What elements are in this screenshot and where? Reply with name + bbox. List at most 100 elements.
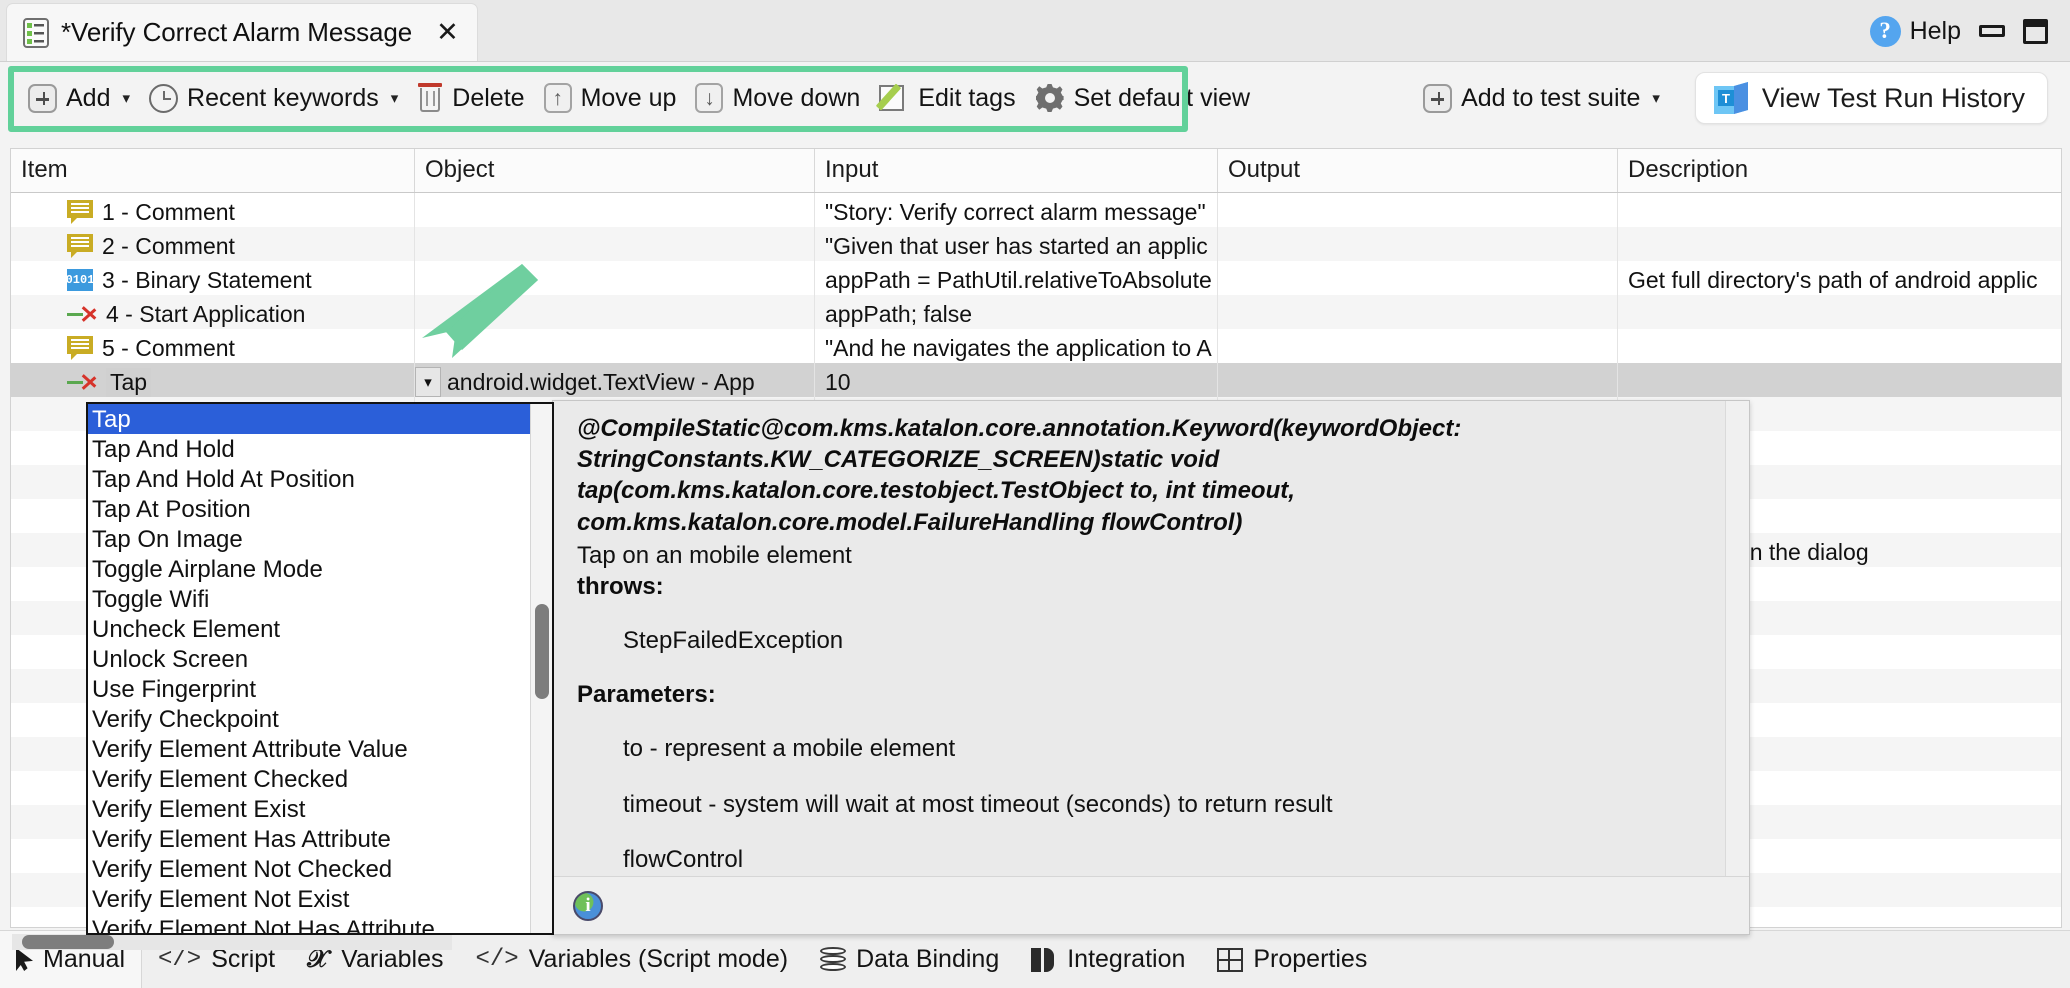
column-header-object[interactable]: Object <box>415 149 815 192</box>
keyword-dropdown-list[interactable]: Tap Tap And Hold Tap And Hold At Positio… <box>86 402 554 935</box>
move-up-button[interactable]: ↑ Move up <box>538 79 690 117</box>
row-output <box>1218 329 1618 363</box>
column-header-description[interactable]: Description <box>1618 149 2059 192</box>
keyword-option-tap-and-hold[interactable]: Tap And Hold <box>88 434 552 464</box>
tab-integration[interactable]: Integration <box>1015 931 1201 988</box>
table-row[interactable]: 1 - Comment "Story: Verify correct alarm… <box>11 193 2061 227</box>
tab-title: *Verify Correct Alarm Message <box>61 17 413 47</box>
delete-label: Delete <box>452 83 525 112</box>
row-output <box>1218 295 1618 329</box>
table-row-editing[interactable]: Tap ▾ android.widget.TextView - App 10 <box>11 363 2061 397</box>
keyword-option-use-fingerprint[interactable]: Use Fingerprint <box>88 674 552 704</box>
table-row[interactable]: 2 - Comment "Given that user has started… <box>11 227 2061 261</box>
horizontal-scrollbar[interactable] <box>12 934 452 950</box>
chevron-down-icon[interactable]: ▾ <box>391 89 399 107</box>
row-item-label: 4 - Start Application <box>106 300 306 327</box>
keyword-option-verify-checkpoint[interactable]: Verify Checkpoint <box>88 704 552 734</box>
keyword-option-toggle-airplane-mode[interactable]: Toggle Airplane Mode <box>88 554 552 584</box>
add-to-test-suite-button[interactable]: Add to test suite ▾ <box>1417 80 1673 117</box>
editing-input-value[interactable]: 10 <box>815 363 1218 397</box>
tooltip-parameter-to: to - represent a mobile element <box>623 735 956 763</box>
table-header-row: Item Object Input Output Description <box>11 149 2061 193</box>
plus-icon <box>28 83 57 113</box>
editing-output-value[interactable] <box>1218 363 1618 397</box>
row-description <box>1618 227 2059 261</box>
keyword-option-uncheck-element[interactable]: Uncheck Element <box>88 614 552 644</box>
dropdown-scrollbar[interactable] <box>530 404 552 933</box>
maximize-icon[interactable] <box>2023 18 2048 44</box>
row-input: appPath; false <box>815 295 1218 329</box>
edit-tags-button[interactable]: Edit tags <box>873 79 1028 117</box>
arrow-up-icon: ↑ <box>543 83 572 113</box>
dropdown-scrollbar-thumb[interactable] <box>535 604 549 699</box>
trash-icon <box>417 83 443 113</box>
tab-data-binding[interactable]: Data Binding <box>804 931 1015 988</box>
table-row[interactable]: 4 - Start Application appPath; false <box>11 295 2061 329</box>
delete-button[interactable]: Delete <box>411 79 537 117</box>
info-globe-icon[interactable]: i <box>573 890 603 921</box>
column-header-item[interactable]: Item <box>11 149 415 192</box>
row-object <box>415 261 815 295</box>
tab-variables-script-mode[interactable]: </> Variables (Script mode) <box>460 931 805 988</box>
tab-properties[interactable]: Properties <box>1201 931 1383 988</box>
view-test-run-history-button[interactable]: T View Test Run History <box>1694 72 2048 124</box>
keyword-option-verify-element-exist[interactable]: Verify Element Exist <box>88 794 552 824</box>
editor-tab-verify-correct-alarm-message[interactable]: *Verify Correct Alarm Message ✕ <box>6 3 478 61</box>
row-input: "And he navigates the application to A <box>815 329 1218 363</box>
column-header-output[interactable]: Output <box>1218 149 1618 192</box>
move-up-label: Move up <box>580 83 677 112</box>
grid-icon <box>1217 947 1244 972</box>
row-input: "Given that user has started an applic <box>815 227 1218 261</box>
test-case-icon <box>23 17 49 48</box>
tooltip-scrollbar[interactable] <box>1725 401 1749 876</box>
keyword-option-verify-element-has-attribute[interactable]: Verify Element Has Attribute <box>88 824 552 854</box>
table-row[interactable]: 5 - Comment "And he navigates the applic… <box>11 329 2061 363</box>
comment-icon <box>67 200 93 224</box>
set-default-view-button[interactable]: Set default view <box>1029 79 1264 117</box>
keyword-option-tap-at-position[interactable]: Tap At Position <box>88 494 552 524</box>
window-controls: ? Help <box>1869 0 2060 62</box>
keyword-option-verify-element-not-exist[interactable]: Verify Element Not Exist <box>88 884 552 914</box>
minimize-icon[interactable] <box>1979 25 2005 37</box>
keyword-option-tap[interactable]: Tap <box>88 404 552 434</box>
row-item-label: 3 - Binary Statement <box>102 266 312 293</box>
object-dropdown-caret-icon[interactable]: ▾ <box>415 367 441 397</box>
keyword-option-tap-on-image[interactable]: Tap On Image <box>88 524 552 554</box>
keyword-option-verify-element-attribute-value[interactable]: Verify Element Attribute Value <box>88 734 552 764</box>
editing-object-cell[interactable]: ▾ android.widget.TextView - App <box>415 363 815 397</box>
database-icon <box>820 946 847 973</box>
arrow-down-icon: ↓ <box>695 83 724 113</box>
move-down-button[interactable]: ↓ Move down <box>689 79 873 117</box>
tab-properties-label: Properties <box>1253 945 1368 973</box>
table-row[interactable]: 0101 3 - Binary Statement appPath = Path… <box>11 261 2061 295</box>
row-output <box>1218 193 1618 227</box>
title-bar: *Verify Correct Alarm Message ✕ ? Help <box>0 0 2070 62</box>
row-item-label: 1 - Comment <box>102 198 235 225</box>
set-default-view-label: Set default view <box>1073 83 1251 112</box>
add-button[interactable]: Add ▾ <box>22 80 143 117</box>
edit-tags-icon <box>876 83 909 113</box>
chevron-down-icon[interactable]: ▾ <box>1652 89 1660 107</box>
variable-icon: 𝒳 <box>307 945 329 973</box>
add-label: Add <box>66 83 111 112</box>
editing-description-value[interactable] <box>1618 363 2059 397</box>
row-object <box>415 295 815 329</box>
keyword-option-verify-element-not-has-attribute[interactable]: Verify Element Not Has Attribute <box>88 914 552 933</box>
comment-icon <box>67 336 93 360</box>
cursor-icon <box>16 948 33 971</box>
row-description: Get full directory's path of android app… <box>1628 266 2038 293</box>
help-button[interactable]: ? Help <box>1869 15 1961 47</box>
keyword-option-unlock-screen[interactable]: Unlock Screen <box>88 644 552 674</box>
add-to-test-suite-label: Add to test suite <box>1461 83 1641 112</box>
keyword-option-verify-element-not-checked[interactable]: Verify Element Not Checked <box>88 854 552 884</box>
recent-keywords-button[interactable]: Recent keywords ▾ <box>143 80 411 117</box>
keyword-option-toggle-wifi[interactable]: Toggle Wifi <box>88 584 552 614</box>
chevron-down-icon[interactable]: ▾ <box>122 89 130 107</box>
row-input: "Story: Verify correct alarm message" <box>815 193 1218 227</box>
close-icon[interactable]: ✕ <box>432 19 463 46</box>
keyword-option-verify-element-checked[interactable]: Verify Element Checked <box>88 764 552 794</box>
editing-keyword-label[interactable]: Tap <box>106 367 152 397</box>
move-down-label: Move down <box>732 83 861 112</box>
keyword-option-tap-and-hold-at-position[interactable]: Tap And Hold At Position <box>88 464 552 494</box>
column-header-input[interactable]: Input <box>815 149 1218 192</box>
